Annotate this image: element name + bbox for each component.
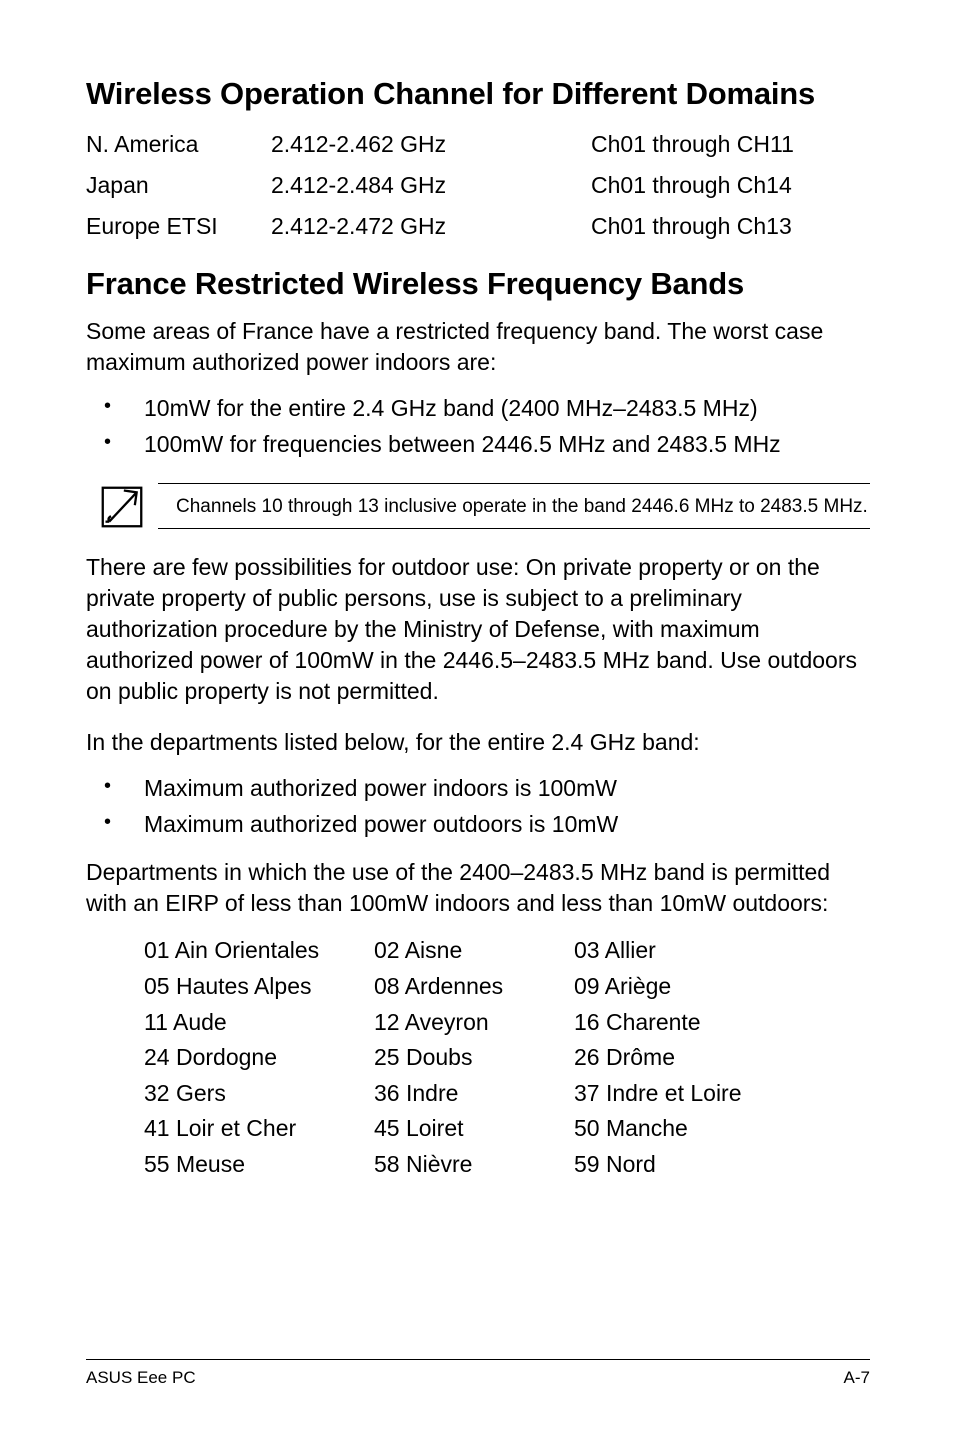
bullet-list-2: Maximum authorized power indoors is 100m… bbox=[86, 772, 870, 843]
bullet-list-1: 10mW for the entire 2.4 GHz band (2400 M… bbox=[86, 392, 870, 463]
list-item: Maximum authorized power indoors is 100m… bbox=[86, 772, 870, 805]
table-row: 01 Ain Orientales 02 Aisne 03 Allier bbox=[144, 933, 870, 969]
note-block: Channels 10 through 13 inclusive operate… bbox=[100, 483, 870, 534]
dept-cell: 55 Meuse bbox=[144, 1147, 374, 1183]
table-row: N. America 2.412-2.462 GHz Ch01 through … bbox=[86, 126, 870, 163]
dept-cell: 05 Hautes Alpes bbox=[144, 969, 374, 1005]
paragraph-2: There are few possibilities for outdoor … bbox=[86, 552, 870, 707]
table-row: Europe ETSI 2.412-2.472 GHz Ch01 through… bbox=[86, 208, 870, 245]
list-item: 100mW for frequencies between 2446.5 MHz… bbox=[86, 428, 870, 461]
table-row: 55 Meuse 58 Nièvre 59 Nord bbox=[144, 1147, 870, 1183]
dept-cell: 11 Aude bbox=[144, 1005, 374, 1041]
section2-title: France Restricted Wireless Frequency Ban… bbox=[86, 266, 870, 302]
page-footer: ASUS Eee PC A-7 bbox=[86, 1359, 870, 1388]
channels-cell: Ch01 through CH11 bbox=[591, 126, 870, 163]
table-row: 41 Loir et Cher 45 Loiret 50 Manche bbox=[144, 1111, 870, 1147]
list-item: 10mW for the entire 2.4 GHz band (2400 M… bbox=[86, 392, 870, 425]
dept-cell: 08 Ardennes bbox=[374, 969, 574, 1005]
list-item: Maximum authorized power outdoors is 10m… bbox=[86, 808, 870, 841]
footer-left: ASUS Eee PC bbox=[86, 1368, 196, 1388]
freq-cell: 2.412-2.484 GHz bbox=[271, 167, 591, 204]
dept-cell: 59 Nord bbox=[574, 1147, 784, 1183]
paragraph-4: Departments in which the use of the 2400… bbox=[86, 857, 870, 919]
dept-cell: 16 Charente bbox=[574, 1005, 784, 1041]
dept-cell: 02 Aisne bbox=[374, 933, 574, 969]
region-cell: Europe ETSI bbox=[86, 208, 271, 245]
dept-cell: 24 Dordogne bbox=[144, 1040, 374, 1076]
channels-cell: Ch01 through Ch14 bbox=[591, 167, 870, 204]
paragraph-3: In the departments listed below, for the… bbox=[86, 727, 870, 758]
table-row: 24 Dordogne 25 Doubs 26 Drôme bbox=[144, 1040, 870, 1076]
dept-cell: 26 Drôme bbox=[574, 1040, 784, 1076]
intro-paragraph: Some areas of France have a restricted f… bbox=[86, 316, 870, 378]
dept-cell: 12 Aveyron bbox=[374, 1005, 574, 1041]
dept-cell: 41 Loir et Cher bbox=[144, 1111, 374, 1147]
table-row: 32 Gers 36 Indre 37 Indre et Loire bbox=[144, 1076, 870, 1112]
frequency-table: N. America 2.412-2.462 GHz Ch01 through … bbox=[86, 126, 870, 248]
table-row: 05 Hautes Alpes 08 Ardennes 09 Ariège bbox=[144, 969, 870, 1005]
dept-cell: 45 Loiret bbox=[374, 1111, 574, 1147]
dept-cell: 09 Ariège bbox=[574, 969, 784, 1005]
dept-cell: 01 Ain Orientales bbox=[144, 933, 374, 969]
dept-cell: 58 Nièvre bbox=[374, 1147, 574, 1183]
dept-cell: 50 Manche bbox=[574, 1111, 784, 1147]
dept-cell: 03 Allier bbox=[574, 933, 784, 969]
table-row: Japan 2.412-2.484 GHz Ch01 through Ch14 bbox=[86, 167, 870, 204]
page-content: Wireless Operation Channel for Different… bbox=[0, 0, 954, 1438]
region-cell: N. America bbox=[86, 126, 271, 163]
dept-cell: 37 Indre et Loire bbox=[574, 1076, 784, 1112]
departments-table: 01 Ain Orientales 02 Aisne 03 Allier 05 … bbox=[144, 933, 870, 1182]
table-row: 11 Aude 12 Aveyron 16 Charente bbox=[144, 1005, 870, 1041]
channels-cell: Ch01 through Ch13 bbox=[591, 208, 870, 245]
dept-cell: 32 Gers bbox=[144, 1076, 374, 1112]
footer-right: A-7 bbox=[844, 1368, 870, 1388]
section1-title: Wireless Operation Channel for Different… bbox=[86, 76, 870, 112]
dept-cell: 36 Indre bbox=[374, 1076, 574, 1112]
region-cell: Japan bbox=[86, 167, 271, 204]
freq-cell: 2.412-2.472 GHz bbox=[271, 208, 591, 245]
dept-cell: 25 Doubs bbox=[374, 1040, 574, 1076]
freq-cell: 2.412-2.462 GHz bbox=[271, 126, 591, 163]
note-icon bbox=[100, 483, 154, 534]
note-text: Channels 10 through 13 inclusive operate… bbox=[176, 494, 870, 520]
